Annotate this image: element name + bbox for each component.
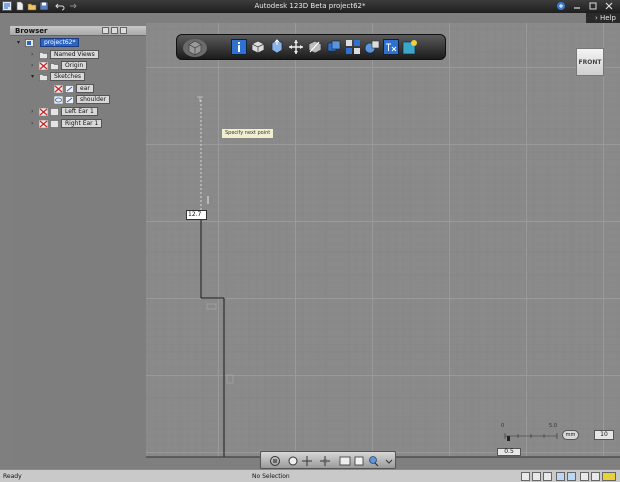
- hidden-icon[interactable]: [38, 107, 49, 117]
- selection-status: No Selection: [252, 473, 290, 480]
- ortho-toggle-icon[interactable]: [543, 472, 552, 481]
- tree-label: Sketches: [50, 72, 86, 81]
- look-at-icon[interactable]: [287, 455, 299, 467]
- visible-icon[interactable]: [53, 95, 64, 105]
- grid-toggle-icon[interactable]: [521, 472, 530, 481]
- tree-node-sketch-shoulder[interactable]: shoulder: [10, 95, 146, 105]
- hidden-icon[interactable]: [38, 61, 49, 71]
- app-window: Autodesk 123D Beta project62* › Help FRO…: [0, 0, 620, 482]
- sketch-icon: [65, 85, 74, 93]
- tree-label: Origin: [61, 61, 88, 70]
- tree-label: Named Views: [50, 50, 99, 59]
- expand-icon[interactable]: ›: [31, 63, 36, 69]
- expand-icon[interactable]: ›: [31, 52, 36, 58]
- scale-mid-label: 5.0: [549, 423, 557, 429]
- snap-toggle-icon[interactable]: [532, 472, 541, 481]
- hidden-icon[interactable]: [53, 84, 64, 94]
- component-icon: [25, 39, 34, 47]
- view-mode-icon[interactable]: [353, 455, 365, 467]
- navbar-menu-icon[interactable]: [383, 455, 395, 467]
- visual-style-icon[interactable]: [367, 455, 379, 467]
- tree-label: Right Ear 1: [61, 119, 103, 128]
- tree-node-origin[interactable]: › Origin: [10, 61, 146, 71]
- status-bar: Ready No Selection: [0, 469, 620, 482]
- navigation-bar: [260, 451, 396, 469]
- view-settings-icon[interactable]: [591, 472, 600, 481]
- orbit-icon[interactable]: [269, 455, 281, 467]
- sketch-icon: [65, 96, 74, 104]
- expand-icon[interactable]: ›: [31, 109, 36, 115]
- body-icon: [50, 108, 59, 116]
- folder-icon: [50, 62, 59, 70]
- browser-header: Browser: [10, 26, 146, 36]
- folder-icon: [39, 73, 48, 81]
- tree-node-right-ear[interactable]: › Right Ear 1: [10, 119, 146, 129]
- scale-zero-label: 0: [501, 423, 505, 429]
- tree-label: shoulder: [76, 95, 111, 104]
- collapse-icon[interactable]: ▾: [31, 74, 36, 80]
- tool-settings-icon[interactable]: [580, 472, 589, 481]
- zoom-icon[interactable]: [319, 455, 331, 467]
- tree-label: Left Ear 1: [61, 107, 98, 116]
- tree-node-root[interactable]: ▾ project62*: [10, 38, 146, 47]
- layout-icon[interactable]: [567, 472, 576, 481]
- tree-label: ear: [76, 84, 94, 93]
- fit-icon[interactable]: [339, 455, 351, 467]
- pan-icon[interactable]: [301, 455, 313, 467]
- collapse-icon[interactable]: ▾: [17, 40, 22, 46]
- unit-button[interactable]: mm: [562, 430, 579, 440]
- zoom-field[interactable]: 10: [594, 430, 614, 440]
- tree-node-named-views[interactable]: › Named Views: [10, 50, 146, 59]
- browser-pin-icon[interactable]: [111, 27, 118, 34]
- body-icon: [50, 120, 59, 128]
- folder-icon: [39, 51, 48, 59]
- tree-node-sketch-ear[interactable]: ear: [10, 84, 146, 94]
- expand-icon[interactable]: ›: [31, 121, 36, 127]
- browser-panel: Browser ▾ project62* › Named Views › Ori…: [10, 26, 146, 466]
- scale-value-field[interactable]: 0.5: [497, 448, 521, 456]
- tree-label-root: project62*: [40, 38, 80, 47]
- status-text: Ready: [3, 473, 22, 480]
- hidden-icon[interactable]: [38, 119, 49, 129]
- tree-node-left-ear[interactable]: › Left Ear 1: [10, 107, 146, 117]
- browser-options-icon[interactable]: [102, 27, 109, 34]
- scale-handle: [507, 436, 510, 441]
- browser-title: Browser: [15, 27, 48, 35]
- browser-close-icon[interactable]: [120, 27, 127, 34]
- units-icon[interactable]: [602, 472, 616, 481]
- tree-node-sketches[interactable]: ▾ Sketches: [10, 72, 146, 81]
- selection-filter-icon[interactable]: [556, 472, 565, 481]
